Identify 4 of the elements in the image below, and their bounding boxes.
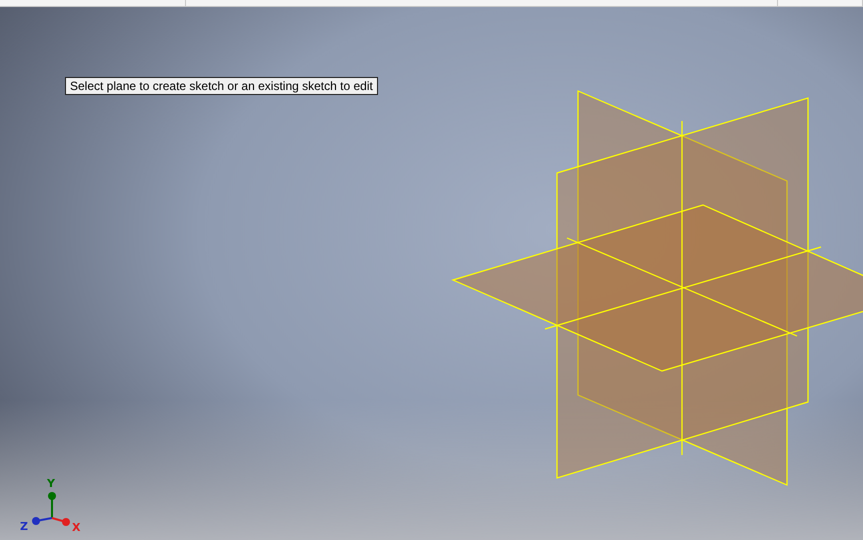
tooltip: Select plane to create sketch or an existing sketch to edit bbox=[65, 77, 378, 95]
axis-label: X bbox=[72, 521, 80, 534]
axis-label: Y bbox=[47, 477, 55, 490]
axis-label: Z bbox=[20, 520, 28, 533]
